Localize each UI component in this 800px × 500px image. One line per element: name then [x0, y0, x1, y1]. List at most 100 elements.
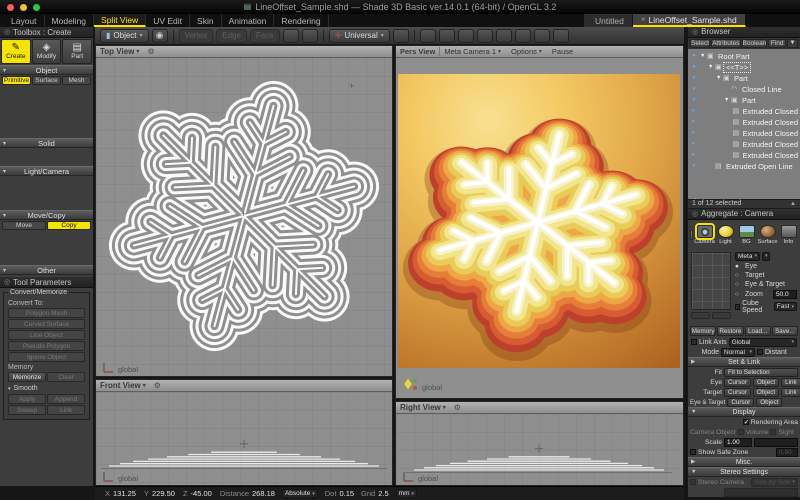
object-type-tab[interactable]: Primitive: [2, 76, 31, 85]
ambient-light-icon[interactable]: [2, 193, 24, 209]
memory-button[interactable]: Memorize: [8, 372, 46, 382]
document-tab[interactable]: Untitled: [584, 14, 633, 27]
browser-tab[interactable]: Select: [690, 39, 710, 48]
viewport-title[interactable]: Pers View: [400, 47, 435, 56]
object-mode-button[interactable]: ▮ Object▾: [100, 29, 149, 43]
quad-copy-icon[interactable]: [24, 248, 46, 264]
rotate-view-icon[interactable]: [302, 29, 318, 43]
polyline-tool-icon[interactable]: [2, 87, 24, 103]
sight-checkbox[interactable]: [770, 429, 776, 435]
visibility-dot-icon[interactable]: ●: [688, 152, 699, 158]
rect-tool-icon[interactable]: [46, 87, 68, 103]
workspace-tab[interactable]: Layout: [4, 14, 45, 27]
vertex-mode-button[interactable]: Vertex: [179, 29, 214, 43]
sphere-view-icon[interactable]: [420, 29, 436, 43]
viewport-title[interactable]: Top View: [100, 47, 134, 56]
stereo-extra-field[interactable]: [724, 488, 798, 497]
light-tab[interactable]: Light: [716, 225, 735, 245]
sphere-tool-icon[interactable]: [24, 105, 46, 121]
safe-zone-checkbox[interactable]: [690, 449, 696, 455]
visibility-dot-icon[interactable]: ●: [688, 97, 700, 103]
convert-button[interactable]: Pseudo Polygon: [8, 341, 85, 351]
tree-row[interactable]: ● ▤ Extruded Closed: [688, 117, 800, 128]
visibility-dot-icon[interactable]: ●: [688, 53, 700, 59]
smooth-button[interactable]: Link: [47, 405, 85, 415]
wedge-tool-icon[interactable]: [68, 105, 90, 121]
circle-tool-icon[interactable]: [68, 87, 90, 103]
options-dropdown[interactable]: Options▾: [511, 47, 542, 56]
translate-copy-icon[interactable]: [2, 232, 24, 248]
select-cursor-icon[interactable]: [439, 29, 455, 43]
visibility-dot-icon[interactable]: ●: [688, 130, 699, 136]
half-cylinder-tool-icon[interactable]: [24, 121, 46, 137]
fit-to-selection-button[interactable]: Fit to Selection: [724, 368, 798, 377]
smooth-button[interactable]: Append: [47, 394, 85, 404]
pad-button[interactable]: [712, 312, 731, 319]
filter-icon[interactable]: ▼: [787, 39, 798, 48]
camera-tab[interactable]: Camera: [695, 225, 714, 245]
target-object-button[interactable]: Object: [753, 388, 779, 397]
pad-button[interactable]: [691, 312, 710, 319]
pose-figure-icon[interactable]: [393, 29, 409, 43]
tree-row[interactable]: ● ▼ ▣ Root Part: [688, 51, 800, 62]
bg-tab[interactable]: BG: [737, 225, 756, 245]
stereo-camera-checkbox[interactable]: [690, 479, 696, 485]
move-copy-tab[interactable]: Copy: [47, 221, 91, 230]
cylinder-tool-icon[interactable]: [2, 121, 24, 137]
visibility-dot-icon[interactable]: ●: [688, 86, 700, 92]
distant-checkbox[interactable]: [757, 349, 763, 355]
close-tab-icon[interactable]: ×: [641, 15, 646, 24]
eye-target-object-button[interactable]: Object: [756, 398, 782, 407]
modify-mode-button[interactable]: ◈ Modify: [32, 39, 62, 64]
light-camera-section-bar[interactable]: ▾ Light/Camera: [0, 166, 93, 176]
meta-dropdown[interactable]: Meta▾: [735, 252, 760, 261]
face-mode-button[interactable]: Face: [250, 29, 280, 43]
workspace-tab[interactable]: Skin: [190, 14, 222, 27]
camera-memory-button[interactable]: Memory: [690, 326, 716, 336]
curve-tool-icon[interactable]: [24, 87, 46, 103]
convert-button[interactable]: Polygon Mesh: [8, 308, 85, 318]
display-section[interactable]: ▼ Display: [688, 407, 800, 417]
create-mode-button[interactable]: ✎ Create: [1, 39, 31, 64]
radio-icon[interactable]: ○: [735, 281, 743, 288]
object-type-tab[interactable]: Surface: [32, 76, 61, 85]
tree-row[interactable]: ● ▤ Extruded Closed: [688, 139, 800, 150]
camera-memory-button[interactable]: Save...: [772, 326, 798, 336]
unit-dropdown[interactable]: mm▾: [396, 489, 417, 498]
camera-memory-button[interactable]: Load...: [745, 326, 771, 336]
workspace-tab[interactable]: Modeling: [45, 14, 95, 27]
marquee-select-icon[interactable]: [283, 29, 299, 43]
workspace-tab[interactable]: UV Edit: [146, 14, 190, 27]
right-viewport-canvas[interactable]: global: [396, 414, 683, 485]
visibility-dot-icon[interactable]: ●: [688, 163, 700, 169]
workspace-tab[interactable]: Split View: [94, 14, 146, 27]
rendering-area-checkbox[interactable]: [743, 419, 749, 425]
visibility-dot-icon[interactable]: ●: [688, 75, 700, 81]
camera-radio-row[interactable]: ○ Target: [735, 271, 797, 280]
tree-row[interactable]: ● ▼ ▣ Part: [688, 95, 800, 106]
stereo-section[interactable]: ▼ Stereo Settings: [688, 467, 800, 477]
expand-triangle-icon[interactable]: ▼: [708, 64, 715, 70]
mirror-copy-icon[interactable]: [46, 232, 68, 248]
tree-row[interactable]: ● ▤ Extruded Closed: [688, 106, 800, 117]
object-type-tab[interactable]: Mesh: [62, 76, 91, 85]
point-light-icon[interactable]: [2, 177, 24, 193]
surface-tab[interactable]: Surface: [758, 225, 777, 245]
pause-button[interactable]: Pause: [552, 47, 573, 56]
mode-dropdown[interactable]: Normal▾: [721, 348, 755, 357]
tree-row[interactable]: ● ▼ ▣ Part: [688, 73, 800, 84]
radio-icon[interactable]: ●: [735, 263, 743, 270]
camera-radio-row[interactable]: ● Eye: [735, 262, 797, 271]
convert-button[interactable]: Ignore Object: [8, 352, 85, 362]
info-tab[interactable]: Info: [779, 225, 798, 245]
scale-field[interactable]: 1.00: [724, 438, 752, 447]
material-sphere-icon[interactable]: [553, 29, 569, 43]
expand-triangle-icon[interactable]: ▼: [716, 75, 723, 81]
front-viewport-canvas[interactable]: global: [96, 392, 392, 485]
part-mode-button[interactable]: ▤ Part: [62, 39, 92, 64]
scale-extra-field[interactable]: [754, 438, 798, 447]
swap-copy-icon[interactable]: [2, 248, 24, 264]
solid-section-bar[interactable]: ▾ Solid: [0, 138, 93, 148]
safe-zone-field[interactable]: 0.90: [776, 448, 798, 457]
camera-object-icon[interactable]: [24, 193, 46, 209]
